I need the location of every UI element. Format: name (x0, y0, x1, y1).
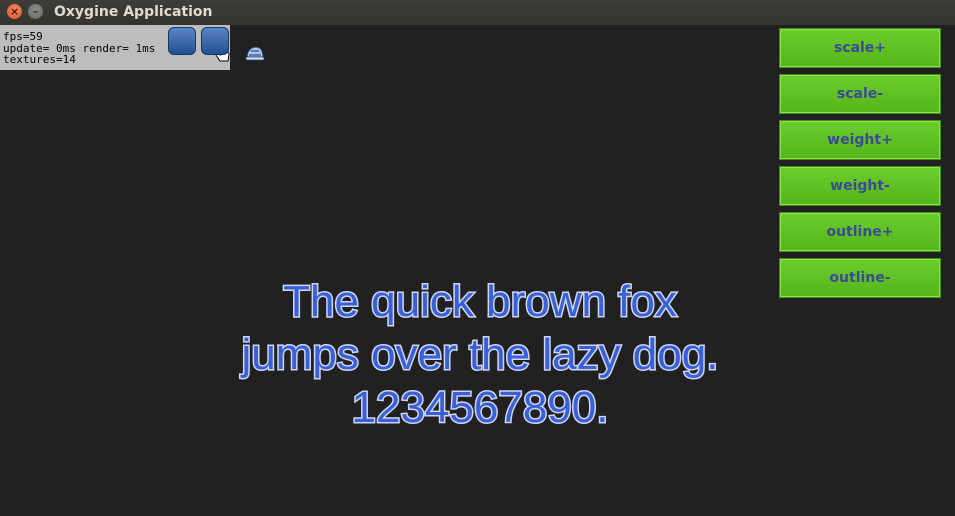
weight-minus-button[interactable]: weight- (779, 166, 941, 206)
window-title: Oxygine Application (54, 4, 213, 20)
scale-minus-button[interactable]: scale- (779, 74, 941, 114)
app-canvas: fps=59 update= 0ms render= 1ms textures=14… (0, 25, 955, 516)
helmet-icon[interactable] (201, 27, 265, 60)
weight-plus-button[interactable]: weight+ (779, 120, 941, 160)
minimize-icon[interactable]: – (28, 4, 43, 19)
close-icon[interactable]: × (7, 4, 22, 19)
window-titlebar: × – Oxygine Application (0, 0, 955, 25)
outline-plus-button[interactable]: outline+ (779, 212, 941, 252)
control-button-panel: scale+ scale- weight+ weight- outline+ o… (779, 28, 941, 304)
touch-hand-icon[interactable] (168, 27, 230, 61)
sample-text-line-3: 1234567890. (350, 382, 610, 434)
scale-plus-button[interactable]: scale+ (779, 28, 941, 68)
outline-minus-button[interactable]: outline- (779, 258, 941, 298)
sample-text-line-2: jumps over the lazy dog. (240, 329, 720, 381)
sample-text-block: The quick brown fox jumps over the lazy … (160, 275, 800, 434)
sample-text-line-1: The quick brown fox (282, 276, 679, 328)
debug-overlay: fps=59 update= 0ms render= 1ms textures=14 (0, 25, 265, 70)
